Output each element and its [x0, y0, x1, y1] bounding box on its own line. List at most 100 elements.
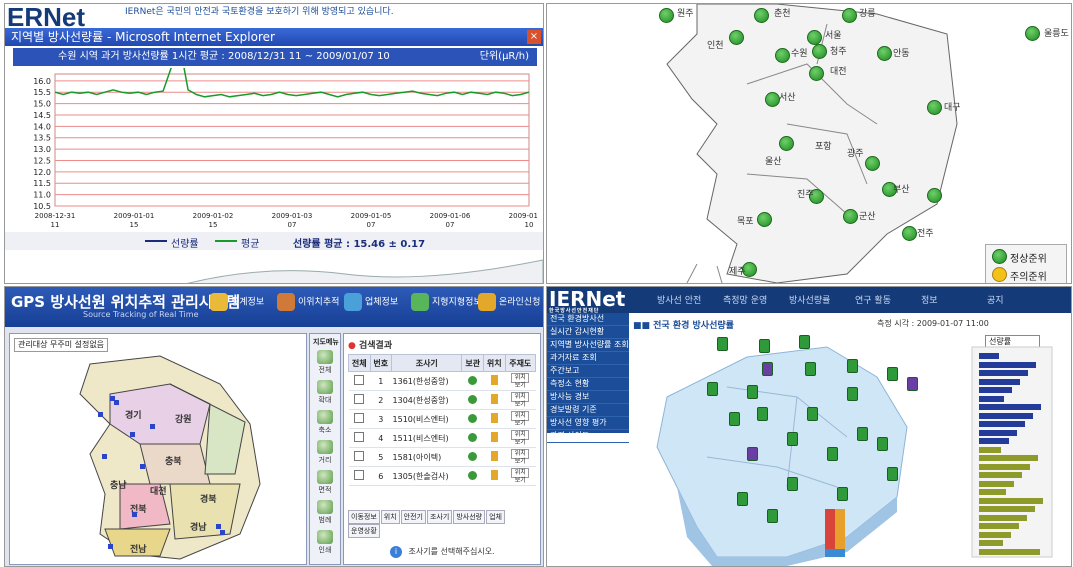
location-icon[interactable] [490, 413, 498, 423]
station-cylinder[interactable] [759, 339, 770, 353]
station-cylinder[interactable] [837, 487, 848, 501]
table-row[interactable]: 2 1304(한성중앙) 위치보기 [348, 390, 536, 410]
locate-button[interactable]: 위치보기 [511, 392, 530, 408]
station-cylinder[interactable] [857, 427, 868, 441]
station-marker-13[interactable] [865, 156, 880, 171]
tool-button-1[interactable]: 전체 [315, 350, 335, 375]
tracked-source-marker[interactable] [98, 412, 103, 417]
station-marker-7[interactable] [775, 48, 790, 63]
tool-button-4[interactable]: 거리 [315, 440, 335, 465]
station-marker-11[interactable] [809, 66, 824, 81]
station-cylinder[interactable] [907, 377, 918, 391]
location-icon[interactable] [490, 470, 498, 480]
station-marker-17[interactable] [927, 188, 942, 203]
locate-button[interactable]: 위치보기 [511, 373, 530, 389]
detail-tab[interactable]: 업체 [486, 510, 505, 524]
station-marker-10[interactable] [765, 92, 780, 107]
row-checkbox[interactable] [354, 394, 365, 404]
table-row[interactable]: 3 1510(비스엔터) 위치보기 [348, 409, 536, 429]
station-marker-9[interactable] [877, 46, 892, 61]
table-row[interactable]: 4 1511(비스엔터) 위치보기 [348, 428, 536, 448]
station-marker-12[interactable] [927, 100, 942, 115]
gps-map[interactable]: 관리대상 무주미 설정없음 경기 강원 충북 충남 전북 경북 경남 전남 대전 [9, 333, 307, 565]
row-checkbox[interactable] [354, 375, 365, 385]
tracked-source-marker[interactable] [108, 544, 113, 549]
station-cylinder[interactable] [787, 432, 798, 446]
station-marker-6[interactable] [1025, 26, 1040, 41]
row-checkbox[interactable] [354, 413, 365, 423]
station-cylinder[interactable] [717, 337, 728, 351]
y-tick-label: 15.0 [33, 100, 51, 109]
tracked-source-marker[interactable] [150, 424, 155, 429]
station-cylinder[interactable] [729, 412, 740, 426]
location-icon[interactable] [490, 451, 498, 461]
station-cylinder[interactable] [737, 492, 748, 506]
detail-tab[interactable]: 방사선량 [453, 510, 486, 524]
locate-button[interactable]: 위치보기 [511, 430, 530, 446]
nav-item-3[interactable]: 업체정보 [344, 293, 398, 321]
window-title-bar[interactable]: 지역별 방사선량률 - Microsoft Internet Explorer … [5, 28, 543, 46]
detail-tab[interactable]: 안전기 [400, 510, 426, 524]
nav-item-2[interactable]: 이위치추적 [277, 293, 339, 321]
station-cylinder[interactable] [799, 335, 810, 349]
nav-item-1[interactable]: 통계정보 [210, 293, 264, 321]
nav-item-4[interactable]: 지형지형정보 [411, 293, 482, 321]
location-icon[interactable] [490, 394, 498, 404]
tracked-source-marker[interactable] [132, 512, 137, 517]
row-checkbox[interactable] [354, 432, 365, 442]
table-row[interactable]: 6 1305(한솔검사) 위치보기 [348, 466, 536, 486]
tool-button-5[interactable]: 면적 [315, 470, 335, 495]
tool-button-7[interactable]: 인쇄 [315, 530, 335, 555]
row-checkbox[interactable] [354, 451, 365, 461]
station-marker-1[interactable] [659, 8, 674, 23]
station-cylinder[interactable] [707, 382, 718, 396]
station-cylinder[interactable] [787, 477, 798, 491]
station-marker-18[interactable] [757, 212, 772, 227]
station-marker-14[interactable] [779, 136, 794, 151]
station-cylinder[interactable] [807, 407, 818, 421]
tracked-source-marker[interactable] [102, 454, 107, 459]
station-cylinder[interactable] [767, 509, 778, 523]
detail-tab[interactable]: 운영상황 [348, 524, 380, 538]
row-checkbox[interactable] [354, 470, 365, 480]
station-cylinder[interactable] [887, 467, 898, 481]
tool-button-6[interactable]: 범례 [315, 500, 335, 525]
station-cylinder[interactable] [757, 407, 768, 421]
locate-button[interactable]: 위치보기 [511, 449, 530, 465]
station-cylinder[interactable] [762, 362, 773, 376]
detail-tab[interactable]: 이동정보 [348, 510, 380, 524]
location-icon[interactable] [490, 375, 498, 385]
locate-button[interactable]: 위치보기 [511, 411, 530, 427]
station-cylinder[interactable] [877, 437, 888, 451]
station-cylinder[interactable] [827, 447, 838, 461]
station-cylinder[interactable] [805, 362, 816, 376]
station-marker-8[interactable] [812, 44, 827, 59]
station-cylinder[interactable] [847, 387, 858, 401]
tracked-source-marker[interactable] [114, 400, 119, 405]
station-cylinder[interactable] [847, 359, 858, 373]
locate-button[interactable]: 위치보기 [511, 468, 530, 484]
nav-item-5[interactable]: 온라인신청 [478, 293, 540, 321]
station-cylinder[interactable] [747, 385, 758, 399]
tracked-source-marker[interactable] [140, 464, 145, 469]
station-marker-2[interactable] [754, 8, 769, 23]
detail-tab[interactable]: 위치 [380, 510, 400, 524]
tracked-source-marker[interactable] [220, 530, 225, 535]
close-icon[interactable]: × [527, 30, 541, 44]
location-icon[interactable] [490, 432, 498, 442]
dose-bar [979, 489, 1006, 495]
station-cylinder[interactable] [887, 367, 898, 381]
station-marker-3[interactable] [842, 8, 857, 23]
tracked-source-marker[interactable] [130, 432, 135, 437]
table-row[interactable]: 1 1361(한성중앙) 위치보기 [348, 371, 536, 391]
station-marker-20[interactable] [902, 226, 917, 241]
tool-button-2[interactable]: 확대 [315, 380, 335, 405]
tool-button-3[interactable]: 축소 [315, 410, 335, 435]
detail-tab[interactable]: 조사기 [426, 510, 453, 524]
station-cylinder[interactable] [747, 447, 758, 461]
tracked-source-marker[interactable] [216, 524, 221, 529]
station-marker-5[interactable] [807, 30, 822, 45]
station-marker-4[interactable] [729, 30, 744, 45]
station-marker-19[interactable] [843, 209, 858, 224]
table-row[interactable]: 5 1581(아이텍) 위치보기 [348, 447, 536, 467]
